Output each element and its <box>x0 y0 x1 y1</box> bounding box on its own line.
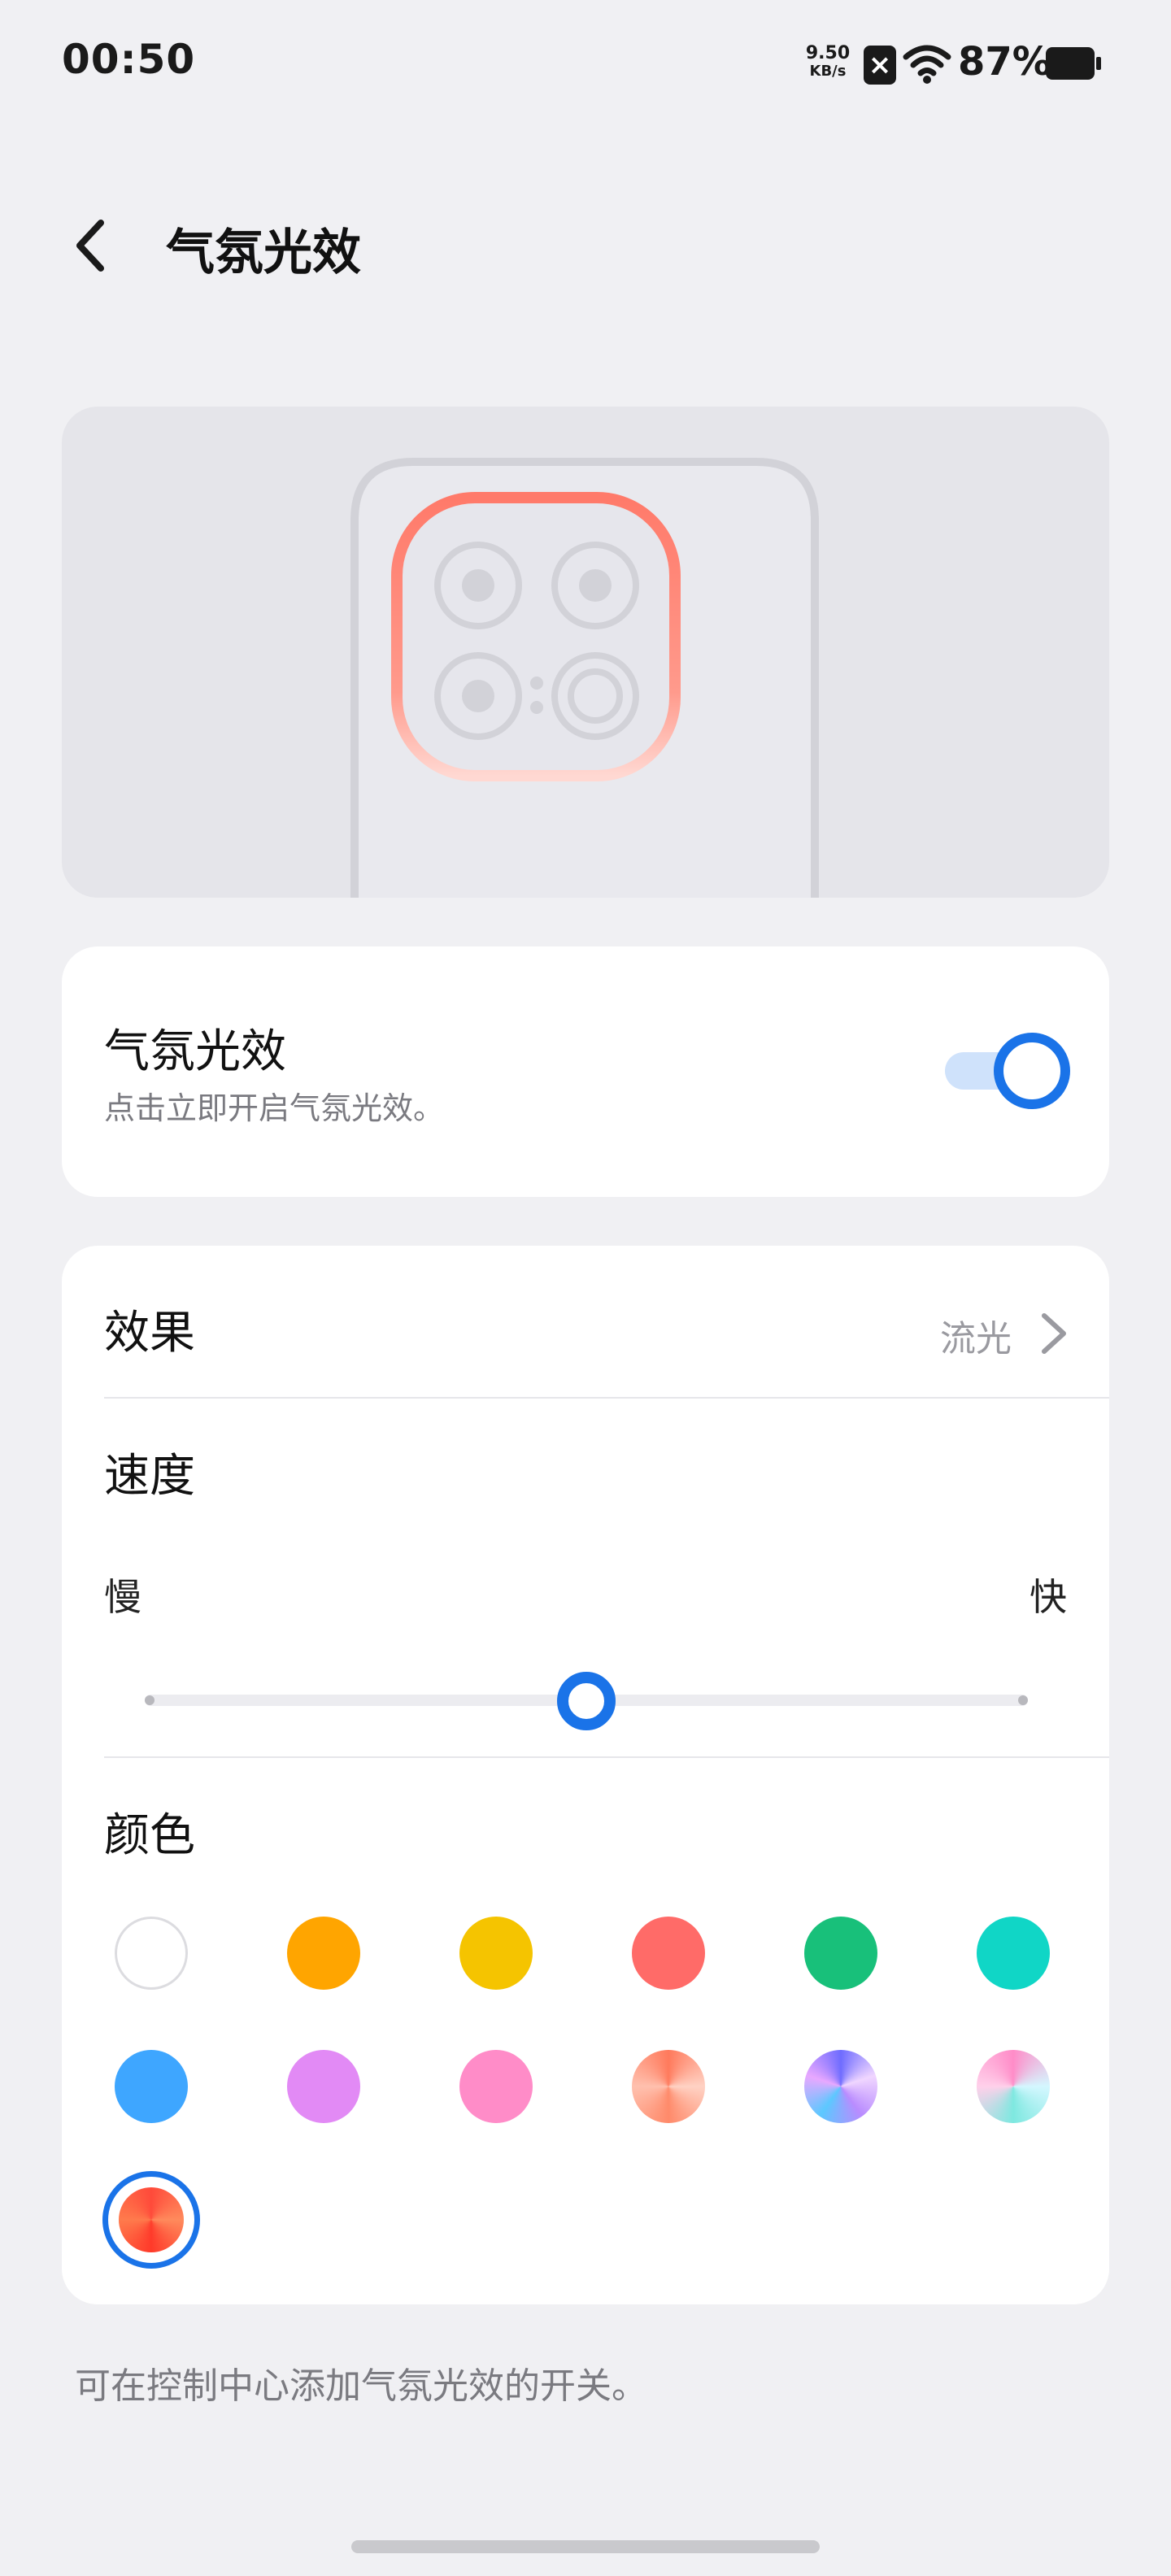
back-chevron-icon[interactable] <box>65 213 117 278</box>
color-swatch-orange[interactable] <box>287 1917 360 1990</box>
network-speed-value: 9.50 <box>805 43 851 63</box>
network-speed: 9.50 KB/s <box>802 44 854 80</box>
color-swatch-red-orange-gradient[interactable] <box>119 2187 184 2252</box>
settings-card: 效果 流光 速度 慢 快 颜色 <box>62 1246 1109 2304</box>
color-swatch-green[interactable] <box>804 1917 877 1990</box>
color-swatch-peach-gradient[interactable] <box>632 2050 705 2123</box>
network-speed-unit: KB/s <box>809 63 847 80</box>
color-swatch-grid <box>62 1246 1109 2304</box>
battery-percent: 87% <box>958 39 1051 85</box>
color-swatch-blue[interactable] <box>115 2050 188 2123</box>
footnote: 可在控制中心添加气氛光效的开关。 <box>75 2365 647 2407</box>
status-time: 00:50 <box>62 36 196 83</box>
phone-preview <box>62 407 1109 898</box>
status-bar: 00:50 9.50 KB/s × 87% <box>0 0 1171 130</box>
ambient-light-toggle-card: 气氛光效 点击立即开启气氛光效。 <box>62 946 1109 1197</box>
home-indicator[interactable] <box>351 2540 820 2553</box>
color-swatch-pink-cyan-gradient[interactable] <box>977 2050 1050 2123</box>
switch-knob <box>994 1033 1070 1109</box>
color-swatch-cyan[interactable] <box>977 1917 1050 1990</box>
no-sim-icon: × <box>864 46 896 85</box>
phone-back-illustration <box>350 458 819 898</box>
color-swatch-purple-blue-gradient[interactable] <box>804 2050 877 2123</box>
toggle-title: 气氛光效 <box>104 1025 286 1078</box>
toggle-subtitle: 点击立即开启气氛光效。 <box>104 1090 445 1126</box>
battery-icon <box>1046 47 1101 80</box>
color-swatch-violet[interactable] <box>287 2050 360 2123</box>
color-swatch-coral[interactable] <box>632 1917 705 1990</box>
page-title: 气氛光效 <box>166 224 361 281</box>
color-swatch-yellow[interactable] <box>459 1917 533 1990</box>
color-swatch-white[interactable] <box>115 1917 188 1990</box>
wifi-icon <box>903 45 951 84</box>
ambient-light-switch[interactable] <box>945 1033 1070 1109</box>
color-swatch-pink[interactable] <box>459 2050 533 2123</box>
